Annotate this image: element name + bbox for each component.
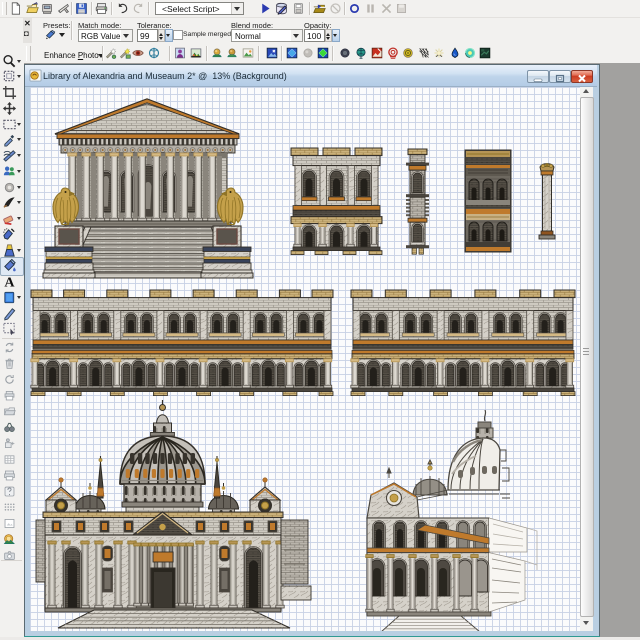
svg-text:A: A xyxy=(4,275,15,289)
